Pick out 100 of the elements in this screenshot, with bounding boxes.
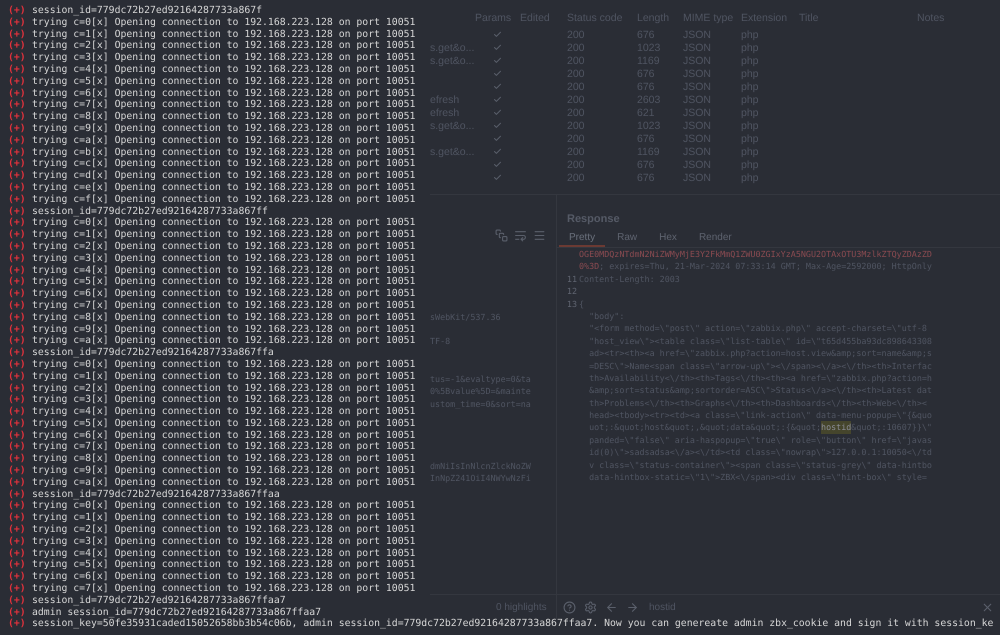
settings-icon[interactable]: [584, 600, 597, 614]
terminal-line: trying c=b[x] Opening connection to 192.168.223.128 on port 10051: [32, 146, 416, 158]
terminal-line: trying c=4[x] Opening connection to 192.168.223.128 on port 10051: [32, 64, 416, 76]
wrap-icon[interactable]: [514, 229, 527, 242]
menu-icon[interactable]: [533, 229, 546, 242]
view-tab[interactable]: Raw: [607, 231, 648, 247]
status-prefix: (+): [7, 264, 27, 276]
terminal-line: trying c=6[x] Opening connection to 192.168.223.128 on port 10051: [32, 430, 416, 442]
terminal-line: trying c=7[x] Opening connection to 192.168.223.128 on port 10051: [32, 300, 416, 312]
status-prefix: (+): [7, 134, 27, 147]
terminal-line: trying c=2[x] Opening connection to 192.168.223.128 on port 10051: [32, 524, 416, 536]
terminal-line: trying c=4[x] Opening connection to 192.168.223.128 on port 10051: [32, 406, 416, 418]
status-prefix: (+): [7, 240, 27, 253]
line-number: 11: [566, 272, 578, 286]
terminal-line: trying c=0[x] Opening connection to 192.168.223.128 on port 10051: [32, 500, 416, 512]
terminal-line: trying c=6[x] Opening connection to 192.168.223.128 on port 10051: [32, 88, 416, 100]
terminal-line: session_id=779dc72b27ed92164287733a867f: [32, 5, 262, 17]
terminal-line: trying c=8[x] Opening connection to 192.168.223.128 on port 10051: [32, 111, 416, 123]
terminal-line: trying c=d[x] Opening connection to 192.168.223.128 on port 10051: [32, 170, 416, 182]
terminal-line: session_id=779dc72b27ed92164287733a867ff: [32, 206, 268, 218]
close-icon[interactable]: [981, 600, 994, 614]
view-tab[interactable]: Render: [688, 231, 742, 247]
code-text: 0%3D: [579, 260, 600, 273]
view-tab[interactable]: Pretty: [559, 231, 606, 247]
status-prefix: (+): [7, 217, 27, 230]
terminal-line: trying c=3[x] Opening connection to 192.168.223.128 on port 10051: [32, 252, 416, 265]
status-prefix: (+): [7, 358, 27, 371]
status-prefix: (+): [7, 394, 27, 406]
status-prefix: (+): [7, 5, 27, 17]
terminal-line: trying c=0[x] Opening connection to 192.168.223.128 on port 10051: [32, 358, 416, 371]
terminal-line: trying c=1[x] Opening connection to 192.168.223.128 on port 10051: [32, 229, 416, 241]
status-prefix: (+): [7, 571, 27, 584]
terminal-line: trying c=5[x] Opening connection to 192.168.223.128 on port 10051: [32, 76, 416, 88]
status-prefix: (+): [7, 370, 27, 382]
terminal-line: trying c=a[x] Opening connection to 192.168.223.128 on port 10051: [32, 335, 416, 348]
view-tab[interactable]: Hex: [649, 231, 687, 247]
status-prefix: (+): [7, 324, 27, 336]
help-icon[interactable]: [563, 600, 576, 614]
terminal-line: trying c=4[x] Opening connection to 192.168.223.128 on port 10051: [32, 264, 416, 276]
arrow-right-icon[interactable]: [626, 600, 639, 614]
terminal-line: trying c=8[x] Opening connection to 192.168.223.128 on port 10051: [32, 312, 416, 324]
status-prefix: (+): [7, 441, 27, 454]
terminal-line: session_id=779dc72b27ed92164287733a867ffaa7: [32, 594, 286, 607]
code-text: {: [579, 298, 584, 310]
arrow-left-icon[interactable]: [605, 600, 618, 614]
terminal-line: session_key=50fe35931caded15052658bb3b54c06b, admin session_id=779dc72b27ed92164287733a867ffaa7. Now you can genereate admin zbx_cookie and sign it with session_ke: [32, 618, 994, 630]
line-number: 13: [566, 298, 578, 310]
terminal-line: trying c=9[x] Opening connection to 192.168.223.128 on port 10051: [32, 122, 416, 135]
status-prefix: (+): [7, 111, 27, 123]
terminal-line: session_id=779dc72b27ed92164287733a867ffa: [32, 347, 274, 359]
status-prefix: (+): [7, 288, 27, 300]
status-prefix: (+): [7, 170, 27, 182]
search-match: hostid: [821, 421, 852, 434]
status-prefix: (+): [7, 122, 27, 135]
status-prefix: (+): [7, 229, 27, 241]
terminal-line: trying c=a[x] Opening connection to 192.168.223.128 on port 10051: [32, 134, 416, 147]
status-prefix: (+): [7, 312, 27, 324]
status-prefix: (+): [7, 536, 27, 548]
status-prefix: (+): [7, 28, 27, 40]
status-prefix: (+): [7, 430, 27, 442]
terminal-line: trying c=3[x] Opening connection to 192.168.223.128 on port 10051: [32, 52, 416, 64]
status-prefix: (+): [7, 618, 27, 630]
status-prefix: (+): [7, 347, 27, 359]
status-prefix: (+): [7, 500, 27, 512]
status-prefix: (+): [7, 40, 27, 52]
terminal-line: trying c=5[x] Opening connection to 192.168.223.128 on port 10051: [32, 559, 416, 572]
terminal-line: trying c=8[x] Opening connection to 192.168.223.128 on port 10051: [32, 453, 416, 466]
status-prefix: (+): [7, 158, 27, 170]
status-prefix: (+): [7, 583, 27, 595]
terminal-line: trying c=e[x] Opening connection to 192.168.223.128 on port 10051: [32, 182, 416, 194]
terminal-line: trying c=5[x] Opening connection to 192.168.223.128 on port 10051: [32, 418, 416, 430]
terminal-line: session_id=779dc72b27ed92164287733a867ffaa: [32, 488, 280, 500]
terminal-line: admin session_id=779dc72b27ed92164287733a867ffaa7: [32, 606, 322, 618]
status-prefix: (+): [7, 76, 27, 88]
status-prefix: (+): [7, 382, 27, 394]
code-text: OGE0MDQzNTdmN2NiZWMyMjE3Y2FkMmQ1ZWU0ZGIxYzA5NGU2OTAxOTU3MzlkZTQyZDAzZD: [579, 248, 932, 260]
line-number: 12: [566, 285, 578, 298]
terminal-line: trying c=1[x] Opening connection to 192.168.223.128 on port 10051: [32, 512, 416, 524]
terminal-line: trying c=5[x] Opening connection to 192.168.223.128 on port 10051: [32, 276, 416, 288]
terminal-line: trying c=0[x] Opening connection to 192.168.223.128 on port 10051: [32, 16, 416, 29]
status-prefix: (+): [7, 524, 27, 536]
terminal-line: trying c=3[x] Opening connection to 192.168.223.128 on port 10051: [32, 394, 416, 406]
status-prefix: (+): [7, 52, 27, 64]
status-prefix: (+): [7, 194, 27, 206]
terminal-line: trying c=1[x] Opening connection to 192.168.223.128 on port 10051: [32, 370, 416, 382]
status-prefix: (+): [7, 559, 27, 572]
status-prefix: (+): [7, 406, 27, 418]
status-prefix: (+): [7, 512, 27, 524]
status-prefix: (+): [7, 335, 27, 348]
status-prefix: (+): [7, 276, 27, 288]
status-prefix: (+): [7, 465, 27, 477]
stack-icon[interactable]: [495, 229, 508, 242]
status-prefix: (+): [7, 182, 27, 194]
terminal-line: trying c=2[x] Opening connection to 192.168.223.128 on port 10051: [32, 240, 416, 253]
status-prefix: (+): [7, 418, 27, 430]
terminal-line: trying c=2[x] Opening connection to 192.168.223.128 on port 10051: [32, 40, 416, 52]
terminal-line: trying c=9[x] Opening connection to 192.168.223.128 on port 10051: [32, 324, 416, 336]
terminal-line: trying c=6[x] Opening connection to 192.168.223.128 on port 10051: [32, 288, 416, 300]
terminal-line: trying c=6[x] Opening connection to 192.168.223.128 on port 10051: [32, 571, 416, 584]
terminal-line: trying c=9[x] Opening connection to 192.168.223.128 on port 10051: [32, 465, 416, 477]
